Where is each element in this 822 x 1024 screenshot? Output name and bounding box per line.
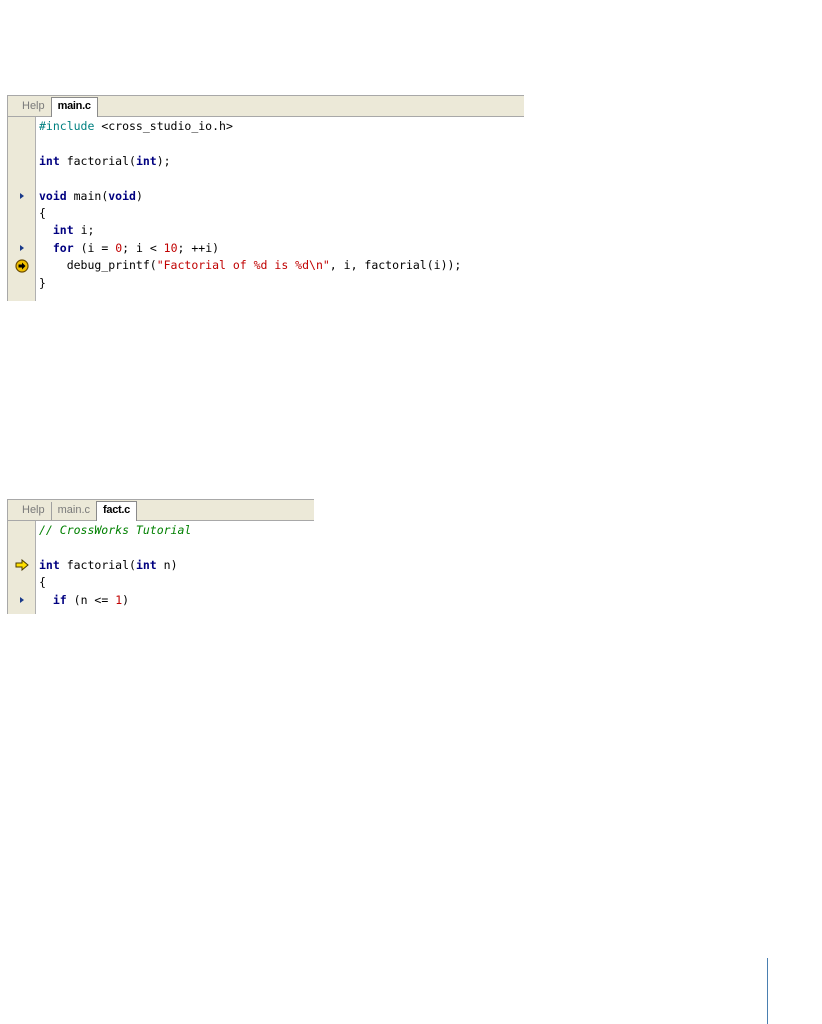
breakpoint-icon[interactable] [8,240,35,257]
code-token: "Factorial of %d is %d\n" [156,258,330,273]
tab-main-c[interactable]: main.c [50,97,98,117]
page-margin-rule [767,958,768,1024]
code-token: for [52,240,74,255]
code-line[interactable]: if (n <= 1) [39,592,191,609]
code-token: { [39,205,46,220]
code-token: <cross_studio_io.h> [94,119,233,133]
code-token: // CrossWorks Tutorial [39,523,192,537]
code-token: ) [135,188,143,203]
code-token: ); [156,153,171,168]
code-token: int [39,557,60,572]
code-line[interactable]: // CrossWorks Tutorial [39,522,191,539]
code-token: #include [39,119,95,133]
code-line[interactable]: { [39,205,461,222]
code-token: factorial( [59,557,136,572]
editor-main-c: Help main.c #include <cross_studio_io.h> … [7,95,524,301]
tab-fact-c[interactable]: fact.c [96,501,137,521]
code-token: ) [122,592,130,607]
code-token: n) [156,557,178,572]
code-line[interactable]: } [39,275,461,292]
editor-tab-bar: Help main.c [8,95,524,117]
code-token: int [135,557,157,572]
code-token: , i, factorial(i)); [329,258,462,273]
editor-fact-c: Help main.c fact.c // CrossWorks Tutorial … [7,499,314,614]
code-line[interactable] [39,135,461,152]
code-line[interactable]: int factorial(int n) [39,557,191,574]
code-token: (n <= [66,592,116,607]
code-line[interactable] [39,170,461,187]
code-token: if [52,592,67,607]
code-line[interactable]: #include <cross_studio_io.h> [39,118,461,135]
tab-help[interactable]: Help [16,502,52,520]
code-area[interactable]: // CrossWorks Tutorial int factorial(int… [8,521,314,614]
code-line[interactable]: for (i = 0; i < 10; ++i) [39,240,461,257]
current-line-arrow-icon[interactable] [8,557,35,574]
code-token: } [39,275,46,290]
gutter[interactable] [8,521,36,614]
code-line[interactable]: int i; [39,222,461,239]
code-line[interactable] [39,539,191,556]
code-token: main( [66,188,109,203]
breakpoint-icon[interactable] [8,592,35,609]
code-area[interactable]: #include <cross_studio_io.h> int factori… [8,117,524,301]
code-line[interactable]: int factorial(int); [39,153,461,170]
code-token: ; ++i) [177,240,220,255]
breakpoint-icon[interactable] [8,188,35,205]
code-token: debug_printf( [39,258,157,273]
code-token: i; [73,223,95,238]
code-token: int [39,153,60,168]
code-line[interactable]: void main(void) [39,188,461,205]
code-token: 10 [163,240,178,255]
code-token: factorial( [59,153,136,168]
current-line-icon[interactable] [8,257,35,274]
code-token: int [135,153,157,168]
code-token: int [52,223,74,238]
code-token: ; i < [122,240,164,255]
code-line[interactable]: { [39,574,191,591]
code-token: void [39,188,67,203]
code-token: (i = [73,240,116,255]
gutter[interactable] [8,117,36,301]
tab-help[interactable]: Help [16,98,51,116]
code-line[interactable]: debug_printf("Factorial of %d is %d\n", … [39,257,462,274]
code-token: { [39,575,46,590]
editor-tab-bar: Help main.c fact.c [8,499,314,521]
code-token: void [108,188,136,203]
tab-main-c[interactable]: main.c [52,502,96,520]
